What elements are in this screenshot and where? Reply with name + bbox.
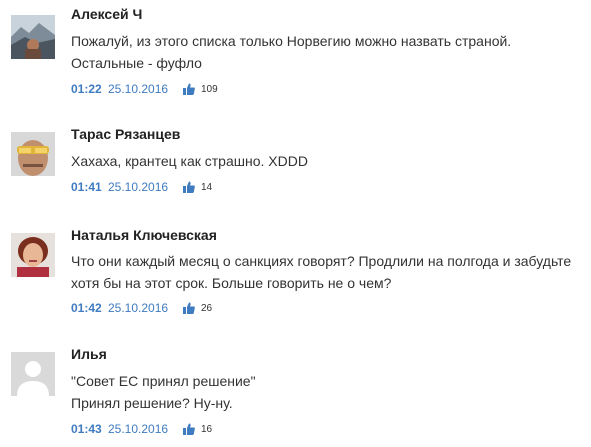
comment-time[interactable]: 01:41 xyxy=(71,180,102,194)
comment-text: Что они каждый месяц о санкциях говорят?… xyxy=(71,250,581,294)
comment-text-line: Принял решение? Ну-ну. xyxy=(71,395,233,411)
thumbs-up-icon[interactable] xyxy=(183,302,195,314)
avatar[interactable] xyxy=(11,352,55,396)
like-count: 26 xyxy=(201,303,213,314)
like-count: 109 xyxy=(201,84,218,95)
comment-date[interactable]: 25.10.2016 xyxy=(108,301,168,315)
user-photo-icon xyxy=(11,132,55,176)
user-photo-icon xyxy=(11,15,55,59)
comment-text: Хахаха, крантец как страшно. XDDD xyxy=(71,150,581,172)
comment-text-line: Что они каждый месяц о санкциях говорят?… xyxy=(71,253,572,269)
like-count: 16 xyxy=(201,424,213,435)
thumbs-up-icon[interactable] xyxy=(183,423,195,435)
comment-text-line: Хахаха, крантец как страшно. XDDD xyxy=(71,153,308,169)
thumbs-up-icon[interactable] xyxy=(183,181,195,193)
thumbs-up-icon[interactable] xyxy=(183,83,195,95)
comment-author[interactable]: Илья xyxy=(71,346,107,362)
comment-author[interactable]: Наталья Ключевская xyxy=(71,227,217,243)
comment-text: "Совет ЕС принял решение" Принял решение… xyxy=(71,370,581,414)
user-photo-icon xyxy=(11,233,55,277)
comment-text-line: Пожалуй, из этого списка только Норвегию… xyxy=(71,33,512,49)
comment-time[interactable]: 01:43 xyxy=(71,422,102,436)
comment-time[interactable]: 01:42 xyxy=(71,301,102,315)
comment-date[interactable]: 25.10.2016 xyxy=(108,82,168,96)
comment-author[interactable]: Алексей Ч xyxy=(71,6,142,22)
comment-text-line: "Совет ЕС принял решение" xyxy=(71,373,256,389)
comment-text-line: хотя бы на этот срок. Больше говорить не… xyxy=(71,275,392,291)
avatar[interactable] xyxy=(11,132,55,176)
comment-date[interactable]: 25.10.2016 xyxy=(108,422,168,436)
comment-author[interactable]: Тарас Рязанцев xyxy=(71,126,180,142)
default-user-silhouette-icon xyxy=(11,352,55,396)
comment-time[interactable]: 01:22 xyxy=(71,82,102,96)
comment-date[interactable]: 25.10.2016 xyxy=(108,180,168,194)
avatar[interactable] xyxy=(11,233,55,277)
comment-text-line: Остальные - фуфло xyxy=(71,55,202,71)
comment-text: Пожалуй, из этого списка только Норвегию… xyxy=(71,30,581,74)
like-count: 14 xyxy=(201,182,213,193)
avatar[interactable] xyxy=(11,15,55,59)
